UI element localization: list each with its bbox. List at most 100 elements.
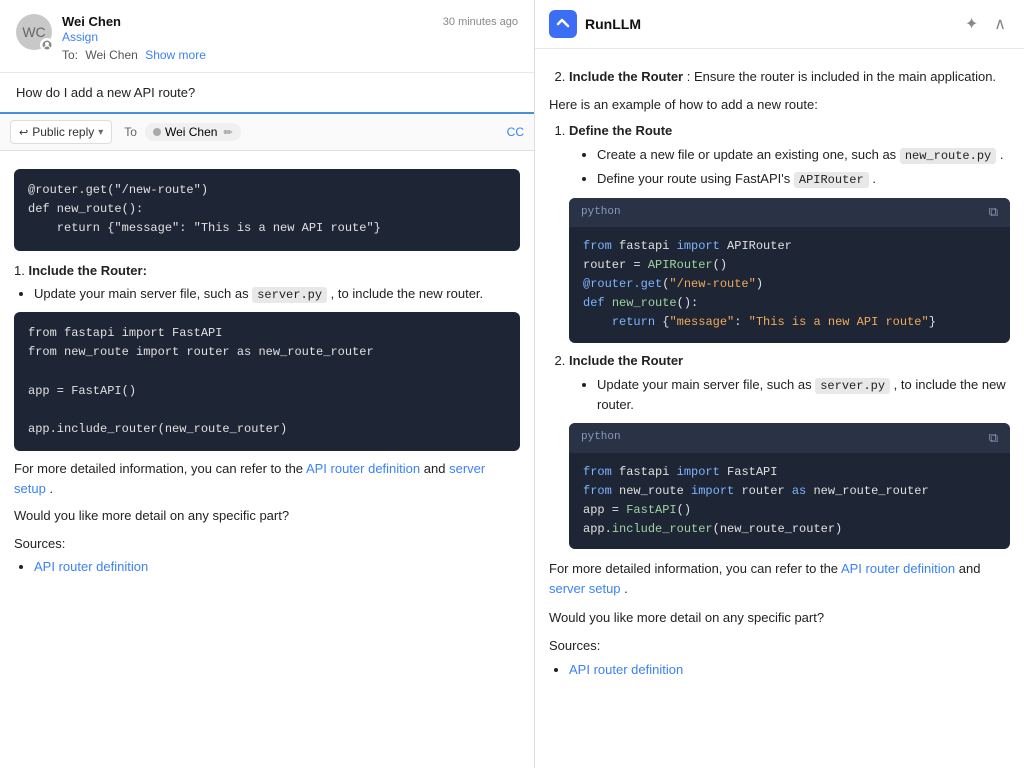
copy-button-2[interactable]: ⧉ bbox=[989, 430, 998, 446]
sources-list: API router definition bbox=[14, 557, 520, 577]
recipient-dot bbox=[153, 128, 161, 136]
step2b-text1: Update your main server file, such as bbox=[597, 377, 812, 392]
email-to-row: To: Wei Chen Show more bbox=[62, 48, 518, 62]
email-time: 30 minutes ago bbox=[443, 16, 518, 28]
include-router-text2: , to include the new router. bbox=[331, 286, 483, 301]
step2b-details: Update your main server file, such as se… bbox=[569, 375, 1010, 416]
runllm-icon bbox=[549, 10, 577, 38]
step2-text: : Ensure the router is included in the m… bbox=[687, 69, 996, 84]
pin-button[interactable]: ✦ bbox=[961, 12, 982, 36]
right-more-info: For more detailed information, you can r… bbox=[549, 559, 1010, 599]
right-more-info-text1: For more detailed information, you can r… bbox=[549, 561, 838, 576]
email-body: How do I add a new API route? bbox=[0, 73, 534, 112]
step1-text2: . bbox=[1000, 147, 1004, 162]
cc-button[interactable]: CC bbox=[507, 125, 524, 139]
example-heading: Here is an example of how to add a new r… bbox=[549, 95, 1010, 115]
show-more-link[interactable]: Show more bbox=[145, 48, 206, 62]
pin-icon: ✦ bbox=[965, 16, 978, 33]
to-label-reply: To bbox=[124, 125, 137, 139]
reply-toolbar: ↩ Public reply ▾ To Wei Chen ✏ CC bbox=[0, 114, 534, 151]
step1-detail-1: Create a new file or update an existing … bbox=[597, 145, 1010, 166]
include-router-text1: Update your main server file, such as bbox=[34, 286, 249, 301]
email-header: WC Wei Chen 30 minutes ago Assign bbox=[0, 0, 534, 73]
right-api-link-source[interactable]: API router definition bbox=[569, 662, 683, 677]
collapse-button[interactable]: ∧ bbox=[990, 12, 1010, 36]
recipient-chip: Wei Chen ✏ bbox=[145, 123, 241, 141]
email-meta: WC Wei Chen 30 minutes ago Assign bbox=[16, 14, 518, 62]
header-actions: ✦ ∧ bbox=[961, 12, 1010, 36]
step2b-detail: Update your main server file, such as se… bbox=[597, 375, 1010, 416]
right-header: RunLLM ✦ ∧ bbox=[535, 0, 1024, 49]
right-server-link[interactable]: server setup bbox=[549, 581, 621, 596]
right-sources-list: API router definition bbox=[549, 660, 1010, 680]
step1-text4: . bbox=[872, 171, 876, 186]
sources-api-link[interactable]: API router definition bbox=[34, 559, 148, 574]
email-info: Wei Chen 30 minutes ago Assign To: Wei C… bbox=[62, 14, 518, 62]
right-steps-list: Include the Router : Ensure the router i… bbox=[549, 67, 1010, 87]
server-py-right: server.py bbox=[815, 378, 890, 394]
right-more-info-end: . bbox=[624, 581, 628, 596]
more-info-text2: and bbox=[424, 461, 446, 476]
to-name: Wei Chen bbox=[85, 48, 137, 62]
right-more-info-and: and bbox=[959, 561, 981, 576]
api-router-code: APIRouter bbox=[794, 172, 869, 188]
email-body-text: How do I add a new API route? bbox=[16, 85, 195, 100]
avatar: WC bbox=[16, 14, 52, 50]
sender-name: Wei Chen bbox=[62, 14, 121, 29]
more-info-text1: For more detailed information, you can r… bbox=[14, 461, 303, 476]
right-sources-label: Sources: bbox=[549, 636, 1010, 656]
assign-link[interactable]: Assign bbox=[62, 29, 518, 44]
copy-icon-1: ⧉ bbox=[989, 204, 998, 219]
left-panel: WC Wei Chen 30 minutes ago Assign bbox=[0, 0, 535, 768]
right-content: Include the Router : Ensure the router i… bbox=[535, 49, 1024, 768]
right-would-you-like: Would you like more detail on any specif… bbox=[549, 608, 1010, 628]
step1-text3: Define your route using FastAPI's bbox=[597, 171, 790, 186]
right-api-link[interactable]: API router definition bbox=[841, 561, 955, 576]
api-link[interactable]: API router definition bbox=[306, 461, 420, 476]
code-block-2-header: python ⧉ bbox=[569, 423, 1010, 452]
step2b-label: Include the Router bbox=[569, 353, 683, 368]
right-code-block-1: python ⧉ from fastapi import APIRouter r… bbox=[569, 198, 1010, 343]
step1-text1: Create a new file or update an existing … bbox=[597, 147, 896, 162]
code-lang-1: python bbox=[581, 204, 621, 221]
chevron-up-icon: ∧ bbox=[994, 16, 1006, 33]
reply-area: ↩ Public reply ▾ To Wei Chen ✏ CC @route… bbox=[0, 112, 534, 768]
include-router-item: Update your main server file, such as se… bbox=[34, 284, 520, 304]
include-router-list: Update your main server file, such as se… bbox=[14, 284, 520, 304]
step2-label: Include the Router bbox=[569, 69, 683, 84]
more-info-paragraph: For more detailed information, you can r… bbox=[14, 459, 520, 498]
new-route-py-code: new_route.py bbox=[900, 148, 996, 164]
include-router-heading: 1. Include the Router: bbox=[14, 261, 520, 281]
step1-label: Define the Route bbox=[569, 123, 672, 138]
right-sources-item-1: API router definition bbox=[569, 660, 1010, 680]
code-body-2: from fastapi import FastAPI from new_rou… bbox=[569, 453, 1010, 550]
include-router-step: Include the Router Update your main serv… bbox=[569, 351, 1010, 550]
right-panel: RunLLM ✦ ∧ Include the Router : Ensure t… bbox=[535, 0, 1024, 768]
code-lang-2: python bbox=[581, 429, 621, 446]
edit-icon[interactable]: ✏ bbox=[223, 126, 232, 139]
code-body-1: from fastapi import APIRouter router = A… bbox=[569, 227, 1010, 343]
to-label: To: bbox=[62, 48, 78, 62]
copy-button-1[interactable]: ⧉ bbox=[989, 204, 998, 220]
right-panel-title: RunLLM bbox=[585, 16, 953, 32]
reply-code-block-1: @router.get("/new-route") def new_route(… bbox=[14, 169, 520, 251]
dropdown-chevron-icon: ▾ bbox=[98, 127, 103, 138]
example-steps-list: Define the Route Create a new file or up… bbox=[549, 121, 1010, 549]
right-code-block-2: python ⧉ from fastapi import FastAPI fro… bbox=[569, 423, 1010, 549]
reply-type-button[interactable]: ↩ Public reply ▾ bbox=[10, 120, 112, 144]
code-block-1-header: python ⧉ bbox=[569, 198, 1010, 227]
sender-row: Wei Chen 30 minutes ago bbox=[62, 14, 518, 29]
sources-label: Sources: bbox=[14, 534, 520, 554]
avatar-badge bbox=[40, 38, 54, 52]
reply-type-label: Public reply bbox=[32, 125, 94, 139]
server-py-code: server.py bbox=[252, 287, 327, 303]
would-you-like-text: Would you like more detail on any specif… bbox=[14, 506, 520, 526]
sources-item-1: API router definition bbox=[34, 557, 520, 577]
step1-details: Create a new file or update an existing … bbox=[569, 145, 1010, 189]
reply-arrow-icon: ↩ bbox=[19, 126, 28, 139]
define-route-step: Define the Route Create a new file or up… bbox=[569, 121, 1010, 342]
reply-code-block-2: from fastapi import FastAPI from new_rou… bbox=[14, 312, 520, 451]
reply-content: @router.get("/new-route") def new_route(… bbox=[0, 151, 534, 768]
step-include-router: Include the Router : Ensure the router i… bbox=[569, 67, 1010, 87]
recipient-name: Wei Chen bbox=[165, 125, 217, 139]
